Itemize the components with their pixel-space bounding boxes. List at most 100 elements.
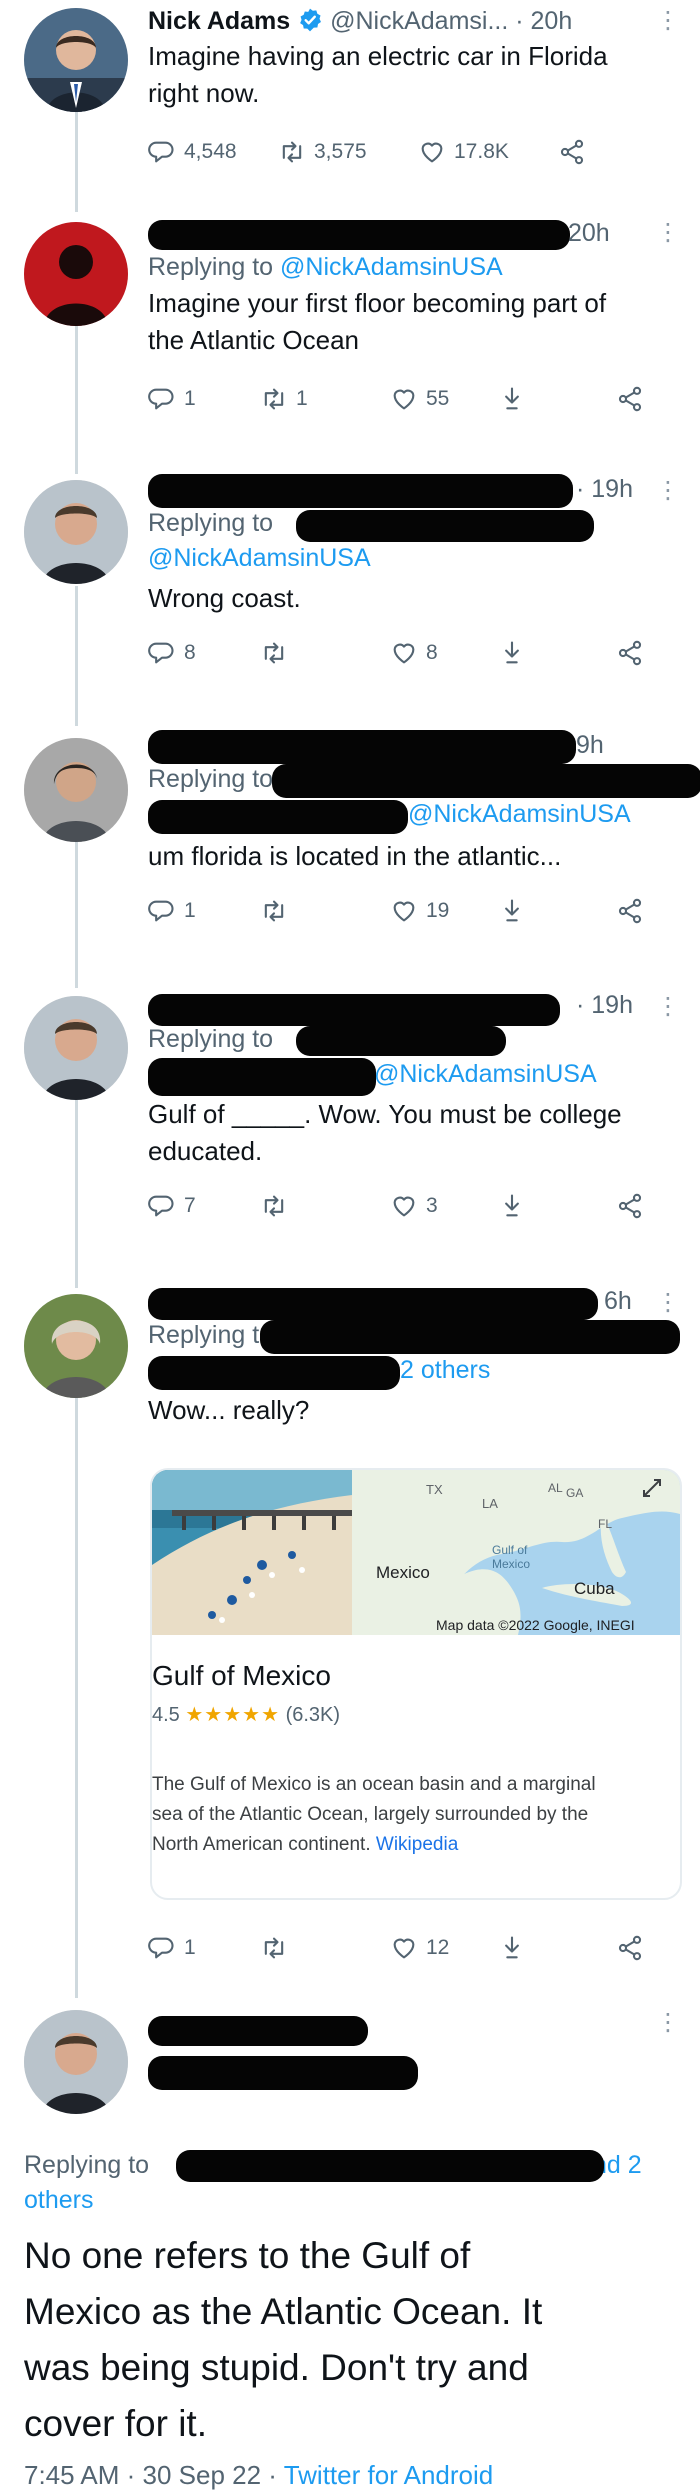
redacted-handle — [272, 764, 700, 798]
share-button[interactable] — [616, 1928, 644, 1968]
download-icon — [498, 897, 526, 925]
tweet-text: Wrong coast. — [148, 580, 680, 617]
redacted-handle — [296, 1026, 506, 1056]
client-link[interactable]: Twitter for Android — [284, 2460, 494, 2490]
tweet-text-line: Wrong coast. — [148, 583, 301, 613]
star-rating-icon: ★★★★★ — [185, 1704, 281, 1726]
heart-icon — [390, 1934, 418, 1962]
reply-mention-link[interactable]: @NickAdamsinUSA — [280, 253, 503, 281]
reply-button[interactable]: 1 — [148, 1928, 196, 1968]
reply-button[interactable]: 8 — [148, 633, 196, 673]
like-button[interactable]: 8 — [390, 633, 438, 673]
download-button[interactable] — [498, 891, 526, 931]
more-options-icon[interactable]: ⋮ — [656, 218, 680, 247]
retweet-icon — [260, 1192, 288, 1220]
like-button[interactable]: 3 — [390, 1186, 438, 1226]
retweet-button[interactable]: 1 — [260, 379, 308, 419]
avatar[interactable] — [24, 222, 128, 326]
redacted-handle — [176, 2150, 604, 2182]
timestamp[interactable]: · 20h — [515, 7, 572, 35]
action-bar: 7 3 — [148, 1186, 680, 1226]
more-options-icon[interactable]: ⋮ — [656, 476, 680, 505]
download-button[interactable] — [498, 633, 526, 673]
share-button[interactable] — [616, 1186, 644, 1226]
timestamp[interactable]: · 19h — [576, 988, 633, 1022]
like-count: 17.8K — [454, 140, 509, 163]
retweet-button[interactable] — [260, 633, 288, 673]
avatar[interactable] — [24, 8, 128, 112]
avatar[interactable] — [24, 2010, 128, 2114]
like-button[interactable]: 55 — [390, 379, 449, 419]
tweet-text-line: Mexico as the Atlantic Ocean. It — [24, 2291, 543, 2332]
action-bar: 1 19 — [148, 891, 680, 931]
handle[interactable]: @NickAdamsi... — [330, 7, 508, 35]
retweet-icon — [260, 1934, 288, 1962]
like-button[interactable]: 12 — [390, 1928, 449, 1968]
tweet-text-line: the Atlantic Ocean — [148, 325, 360, 355]
reply-button[interactable]: 1 — [148, 379, 196, 419]
thread-line — [75, 1398, 78, 1998]
card-title[interactable]: Gulf of Mexico — [152, 1660, 331, 1692]
redacted-handle — [296, 510, 594, 542]
tweet-text: Imagine your first floor becoming part o… — [148, 285, 680, 359]
download-button[interactable] — [498, 379, 526, 419]
timestamp[interactable]: · 19h — [576, 472, 633, 506]
retweet-button[interactable] — [260, 1186, 288, 1226]
heart-icon — [390, 385, 418, 413]
retweet-button[interactable] — [260, 1928, 288, 1968]
like-button[interactable]: 19 — [390, 891, 449, 931]
download-button[interactable] — [498, 1928, 526, 1968]
link-card-gulf-of-mexico[interactable]: TX LA AL GA FL Mexico Gulf of Mexico Cub… — [150, 1468, 682, 1900]
like-count: 8 — [426, 641, 438, 664]
tweet-text-line: was being stupid. Don't try and — [24, 2347, 529, 2388]
avatar[interactable] — [24, 480, 128, 584]
thread-line — [75, 586, 78, 726]
share-button[interactable] — [558, 132, 586, 172]
avatar[interactable] — [24, 738, 128, 842]
card-description-line: The Gulf of Mexico is an ocean basin and… — [152, 1774, 596, 1795]
thread-line — [75, 324, 78, 474]
retweet-button[interactable]: 3,575 — [278, 132, 367, 172]
share-button[interactable] — [616, 379, 644, 419]
tweet-timestamp[interactable]: 7:45 AM · 30 Sep 22 · — [24, 2460, 284, 2490]
replying-to: Replying to @NickAdamsinUSA — [148, 1022, 680, 1096]
timestamp[interactable]: 20h — [568, 216, 610, 250]
tweet-text-line: right now. — [148, 78, 260, 108]
share-button[interactable] — [616, 633, 644, 673]
avatar[interactable] — [24, 996, 128, 1100]
download-button[interactable] — [498, 1186, 526, 1226]
redacted-name — [148, 730, 576, 764]
card-rating: 4.5 ★★★★★ (6.3K) — [152, 1702, 340, 1727]
timestamp[interactable]: 9h — [576, 728, 604, 762]
reply-icon — [148, 138, 176, 166]
download-icon — [498, 1192, 526, 1220]
like-count: 12 — [426, 1936, 450, 1959]
like-button[interactable]: 17.8K — [418, 132, 509, 172]
more-options-icon[interactable]: ⋮ — [656, 6, 680, 35]
retweet-icon — [260, 385, 288, 413]
redacted-name — [148, 220, 570, 250]
reply-button[interactable]: 4,548 — [148, 132, 237, 172]
more-options-icon[interactable]: ⋮ — [656, 992, 680, 1021]
more-options-icon[interactable]: ⋮ — [656, 1288, 680, 1317]
reply-button[interactable]: 7 — [148, 1186, 196, 1226]
thread-line — [75, 112, 78, 212]
retweet-icon — [260, 639, 288, 667]
retweet-icon — [260, 897, 288, 925]
more-options-icon[interactable]: ⋮ — [656, 2008, 680, 2037]
timestamp[interactable]: 6h — [604, 1284, 632, 1318]
reply-mention-link[interactable]: @NickAdamsinUSA — [148, 541, 680, 576]
reply-button[interactable]: 1 — [148, 891, 196, 931]
share-icon — [616, 1934, 644, 1962]
action-bar: 4,548 3,575 17.8K — [148, 132, 680, 172]
replying-to-label: Replying to — [148, 253, 281, 281]
reply-others-link[interactable]: others — [24, 2183, 680, 2218]
avatar[interactable] — [24, 1294, 128, 1398]
display-name[interactable]: Nick Adams — [148, 7, 290, 35]
tweet-text-line: um florida is located in the atlantic... — [148, 841, 562, 871]
retweet-button[interactable] — [260, 891, 288, 931]
reply-count: 4,548 — [184, 140, 237, 163]
share-button[interactable] — [616, 891, 644, 931]
card-description-line: North American continent. — [152, 1834, 376, 1855]
wikipedia-link[interactable]: Wikipedia — [376, 1834, 458, 1855]
